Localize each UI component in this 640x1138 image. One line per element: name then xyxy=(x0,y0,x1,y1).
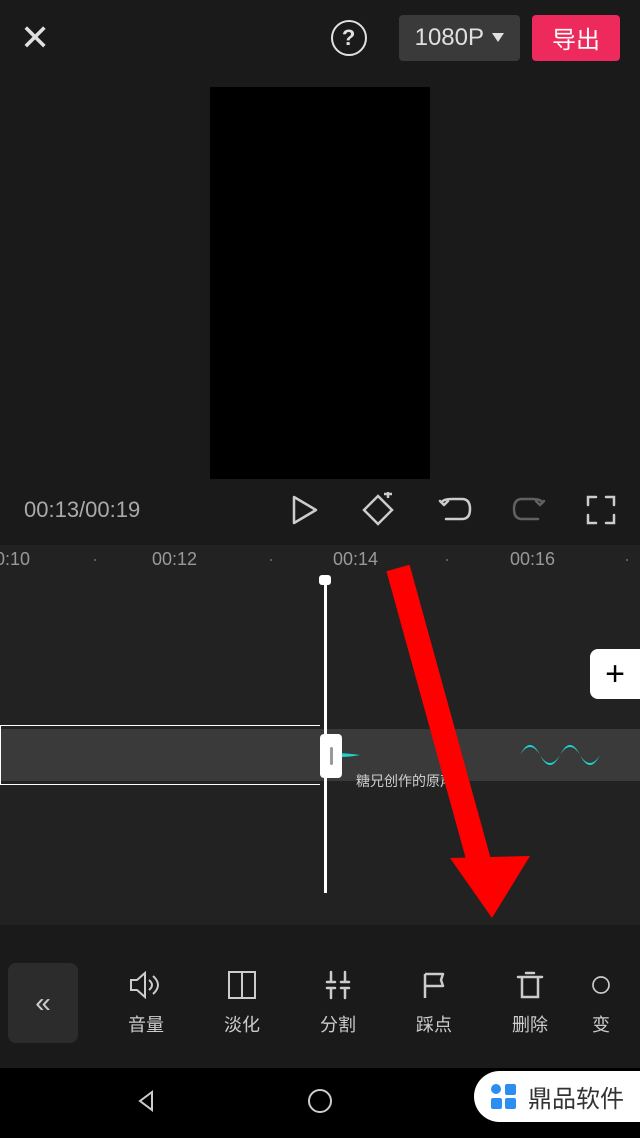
volume-icon xyxy=(129,969,163,1001)
change-icon xyxy=(591,969,611,1001)
nav-back-button[interactable] xyxy=(134,1089,158,1118)
help-button[interactable]: ? xyxy=(331,20,367,56)
resolution-value: 1080P xyxy=(415,24,484,52)
export-label: 导出 xyxy=(552,20,600,55)
tool-change[interactable]: 变 xyxy=(578,969,624,1037)
chevron-down-icon xyxy=(492,33,504,42)
toolbar-back-button[interactable]: « xyxy=(8,963,78,1043)
close-button[interactable]: ✕ xyxy=(20,17,50,59)
tool-label: 音量 xyxy=(128,1011,164,1037)
time-ruler: 0:10 · 00:12 · 00:14 · 00:16 · xyxy=(0,545,640,553)
resolution-select[interactable]: 1080P xyxy=(399,15,520,61)
tool-label: 变 xyxy=(592,1011,610,1037)
ruler-mark: 0:10 xyxy=(0,549,30,570)
tool-label: 踩点 xyxy=(416,1011,452,1037)
nav-home-button[interactable] xyxy=(307,1088,333,1119)
fullscreen-button[interactable] xyxy=(586,495,616,525)
tool-label: 淡化 xyxy=(224,1011,260,1037)
watermark-text: 鼎品软件 xyxy=(528,1079,624,1114)
video-canvas[interactable] xyxy=(210,87,430,479)
selected-clip[interactable] xyxy=(0,725,320,785)
keyframe-button[interactable] xyxy=(358,492,398,528)
ruler-mark: 00:12 xyxy=(152,549,197,570)
ruler-mark: 00:16 xyxy=(510,549,555,570)
play-button[interactable] xyxy=(292,495,318,525)
tool-label: 删除 xyxy=(512,1011,548,1037)
delete-icon xyxy=(516,969,544,1001)
watermark-logo-icon xyxy=(488,1081,520,1113)
tool-fade[interactable]: 淡化 xyxy=(194,969,290,1037)
ruler-mark: 00:14 xyxy=(333,549,378,570)
playback-controls: 00:13/00:19 xyxy=(0,475,640,545)
tool-beat[interactable]: 踩点 xyxy=(386,969,482,1037)
split-icon xyxy=(323,969,353,1001)
tool-split[interactable]: 分割 xyxy=(290,969,386,1037)
redo-button[interactable] xyxy=(512,495,546,525)
beat-icon xyxy=(421,969,447,1001)
fade-icon xyxy=(227,969,257,1001)
export-button[interactable]: 导出 xyxy=(532,15,620,61)
edit-toolbar: « 音量 淡化 分割 踩点 xyxy=(0,953,640,1053)
undo-button[interactable] xyxy=(438,495,472,525)
add-clip-button[interactable]: + xyxy=(590,649,640,699)
clip-title: 糖兄创作的原声 xyxy=(356,771,454,791)
top-bar: ✕ ? 1080P 导出 xyxy=(0,0,640,75)
watermark-badge: 鼎品软件 xyxy=(474,1071,640,1122)
playhead[interactable] xyxy=(324,581,327,893)
video-preview-area xyxy=(0,75,640,475)
timeline-area[interactable]: 0:10 · 00:12 · 00:14 · 00:16 · 糖兄创作的原声 + xyxy=(0,545,640,925)
tool-delete[interactable]: 删除 xyxy=(482,969,578,1037)
tool-label: 分割 xyxy=(320,1011,356,1037)
timecode-display: 00:13/00:19 xyxy=(24,497,140,523)
tool-volume[interactable]: 音量 xyxy=(98,969,194,1037)
